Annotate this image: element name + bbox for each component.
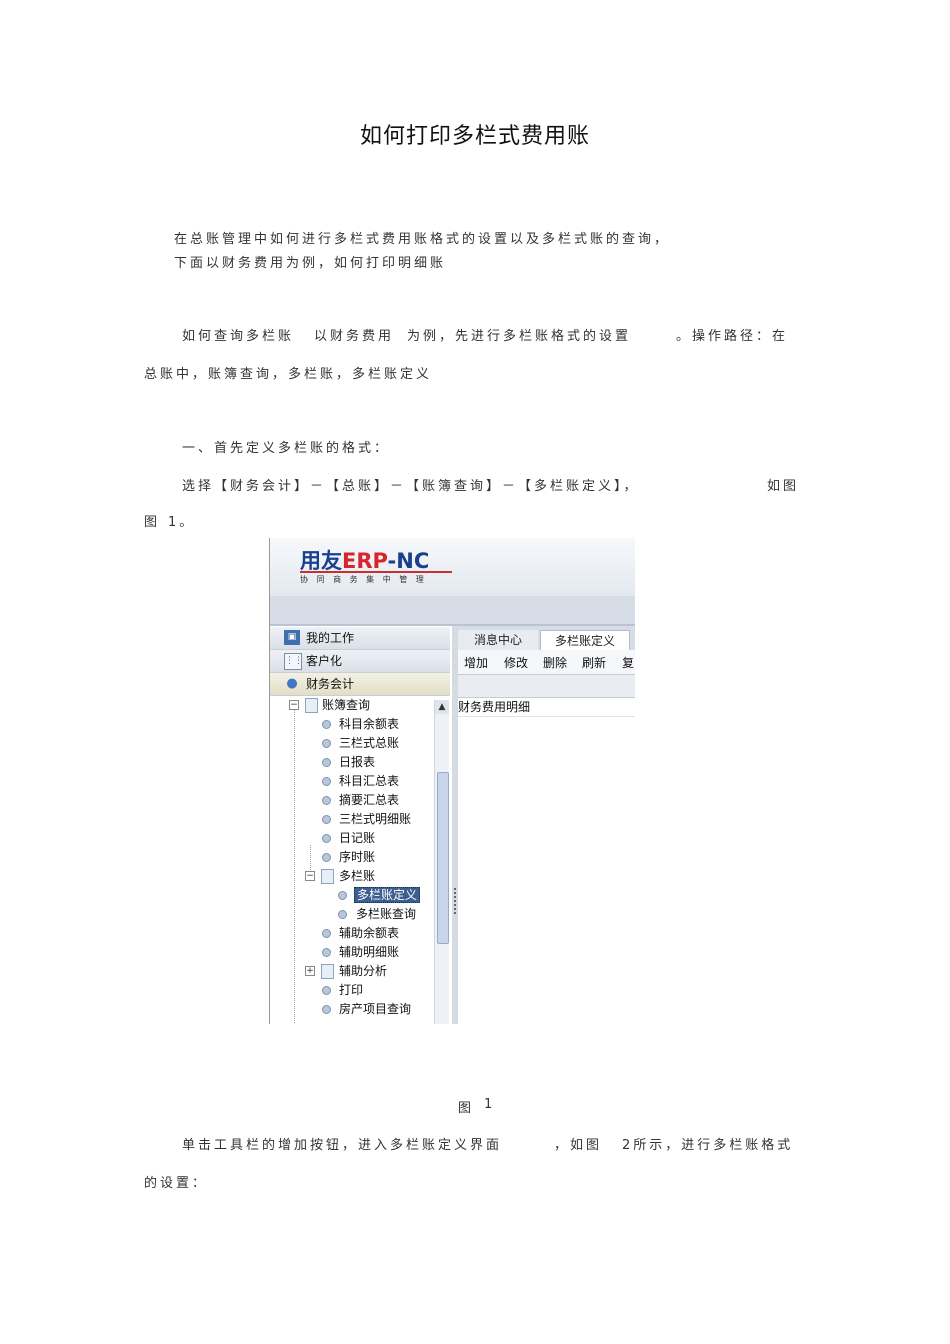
paragraph-query-seg4: 。 xyxy=(676,329,693,344)
paragraph-query-seg2: 以财务费用 xyxy=(314,329,395,344)
paragraph-select-line2b: 1。 xyxy=(168,515,196,530)
node-icon xyxy=(338,910,347,919)
section-heading-1: 一、首先定义多栏账的格式： xyxy=(182,441,391,456)
tree-item-property-query[interactable]: 房产项目查询 xyxy=(339,1000,411,1018)
tree-folder-multi-column[interactable]: 多栏账 xyxy=(339,867,375,885)
edit-button[interactable]: 修改 xyxy=(504,654,528,671)
paragraph-query-line2: 总账中，账簿查询，多栏账，多栏账定义 xyxy=(144,367,433,382)
banner-strip xyxy=(270,596,635,626)
grid-icon: ⋮⋮ xyxy=(284,653,303,670)
table-row[interactable]: 财务费用明细 xyxy=(458,698,635,717)
grid-header xyxy=(458,675,635,698)
refresh-button[interactable]: 刷新 xyxy=(582,654,606,671)
document-icon xyxy=(321,964,334,979)
node-icon xyxy=(322,929,331,938)
tree-item-multi-column-query[interactable]: 多栏账查询 xyxy=(356,905,416,923)
ledger-tree: − 账簿查询 科目余额表 三栏式总账 日报表 科目汇总表 摘要汇总表 三栏式明细… xyxy=(270,695,450,1024)
tree-root-ledger-query[interactable]: 账簿查询 xyxy=(322,696,370,714)
paragraph-select-seg1: 选择【财务会计】－【总账】－【账簿查询】－【多栏账定义】， xyxy=(182,479,640,494)
tree-line xyxy=(294,709,295,1024)
left-nav-pane: ▣ 我的工作 ⋮⋮ 客户化 ● 财务会计 − 账簿查询 科目余额表 三栏式总账 … xyxy=(270,626,453,1024)
expand-icon[interactable]: + xyxy=(305,966,315,976)
node-icon xyxy=(322,1005,331,1014)
paragraph-query-seg1: 如何查询多栏账 xyxy=(182,329,295,344)
scroll-thumb[interactable] xyxy=(437,772,449,944)
tree-item-daily-report[interactable]: 日报表 xyxy=(339,753,375,771)
page-title: 如何打印多栏式费用账 xyxy=(359,124,590,149)
tree-item-multi-column-define[interactable]: 多栏账定义 xyxy=(354,886,421,904)
node-icon xyxy=(322,739,331,748)
right-content-pane: 消息中心 多栏账定义 增加 修改 删除 刷新 复 财务费用明细 xyxy=(458,626,635,1024)
paragraph-intro-line2: 下面以财务费用为例，如何打印明细账 xyxy=(174,256,447,271)
paragraph-select-seg2: 如图 xyxy=(767,479,800,494)
tab-bar: 消息中心 多栏账定义 xyxy=(458,626,635,651)
node-icon xyxy=(322,758,331,767)
logo-tagline: 协 同 商 务 集 中 管 理 xyxy=(300,575,427,584)
logo-underline xyxy=(300,571,452,573)
tree-item-subject-balance[interactable]: 科目余额表 xyxy=(339,715,399,733)
node-icon xyxy=(322,853,331,862)
document-icon xyxy=(321,869,334,884)
tree-item-three-column-detail[interactable]: 三栏式明细账 xyxy=(339,810,411,828)
users-icon: ● xyxy=(286,676,298,691)
copy-button[interactable]: 复 xyxy=(622,654,634,671)
tab-message-center[interactable]: 消息中心 xyxy=(458,630,538,650)
tree-scrollbar[interactable]: ▲ xyxy=(434,700,449,1024)
paragraph-add-line2: 的设置： xyxy=(144,1176,209,1191)
delete-button[interactable]: 删除 xyxy=(543,654,567,671)
tree-item-journal[interactable]: 日记账 xyxy=(339,829,375,847)
figure-1-screenshot: 用友ERP-NC 协 同 商 务 集 中 管 理 ▣ 我的工作 ⋮⋮ 客户化 ●… xyxy=(269,538,635,1024)
erp-banner: 用友ERP-NC 协 同 商 务 集 中 管 理 xyxy=(270,538,635,596)
paragraph-select-line2a: 图 xyxy=(144,515,161,530)
nav-my-work[interactable]: ▣ 我的工作 xyxy=(270,627,450,650)
tree-folder-aux-analysis[interactable]: 辅助分析 xyxy=(339,962,387,980)
add-button[interactable]: 增加 xyxy=(464,654,488,671)
paragraph-add-seg3: 2所示，进行多栏账格式 xyxy=(622,1138,794,1153)
tree-item-aux-balance[interactable]: 辅助余额表 xyxy=(339,924,399,942)
tree-item-print[interactable]: 打印 xyxy=(339,981,363,999)
paragraph-query-seg3: 为例，先进行多栏账格式的设置 xyxy=(407,329,632,344)
node-icon xyxy=(338,891,347,900)
tree-item-chronological[interactable]: 序时账 xyxy=(339,848,375,866)
nav-customize[interactable]: ⋮⋮ 客户化 xyxy=(270,650,450,673)
tree-item-aux-detail[interactable]: 辅助明细账 xyxy=(339,943,399,961)
collapse-icon[interactable]: − xyxy=(289,700,299,710)
node-icon xyxy=(322,815,331,824)
node-icon xyxy=(322,948,331,957)
figure-caption-label: 图 xyxy=(458,1101,475,1116)
monitor-icon: ▣ xyxy=(284,630,300,645)
node-icon xyxy=(322,834,331,843)
node-icon xyxy=(322,777,331,786)
node-icon xyxy=(322,986,331,995)
paragraph-add-seg2: ，如图 xyxy=(554,1138,603,1153)
tree-item-three-column-ledger[interactable]: 三栏式总账 xyxy=(339,734,399,752)
paragraph-query-seg5: 操作路径：在 xyxy=(692,329,789,344)
toolbar: 增加 修改 删除 刷新 复 xyxy=(458,650,635,675)
paragraph-intro-line1: 在总账管理中如何进行多栏式费用账格式的设置以及多栏式账的查询， xyxy=(174,232,671,247)
tab-multi-column-define[interactable]: 多栏账定义 xyxy=(540,630,630,651)
tree-item-subject-summary[interactable]: 科目汇总表 xyxy=(339,772,399,790)
tree-item-abstract-summary[interactable]: 摘要汇总表 xyxy=(339,791,399,809)
figure-caption-number: 1 xyxy=(484,1097,496,1112)
collapse-icon[interactable]: − xyxy=(305,871,315,881)
nav-finance[interactable]: ● 财务会计 xyxy=(270,673,450,696)
paragraph-add-seg1: 单击工具栏的增加按钮，进入多栏账定义界面 xyxy=(182,1138,503,1153)
node-icon xyxy=(322,720,331,729)
node-icon xyxy=(322,796,331,805)
document-icon xyxy=(305,698,318,713)
scroll-up-icon[interactable]: ▲ xyxy=(435,700,449,714)
